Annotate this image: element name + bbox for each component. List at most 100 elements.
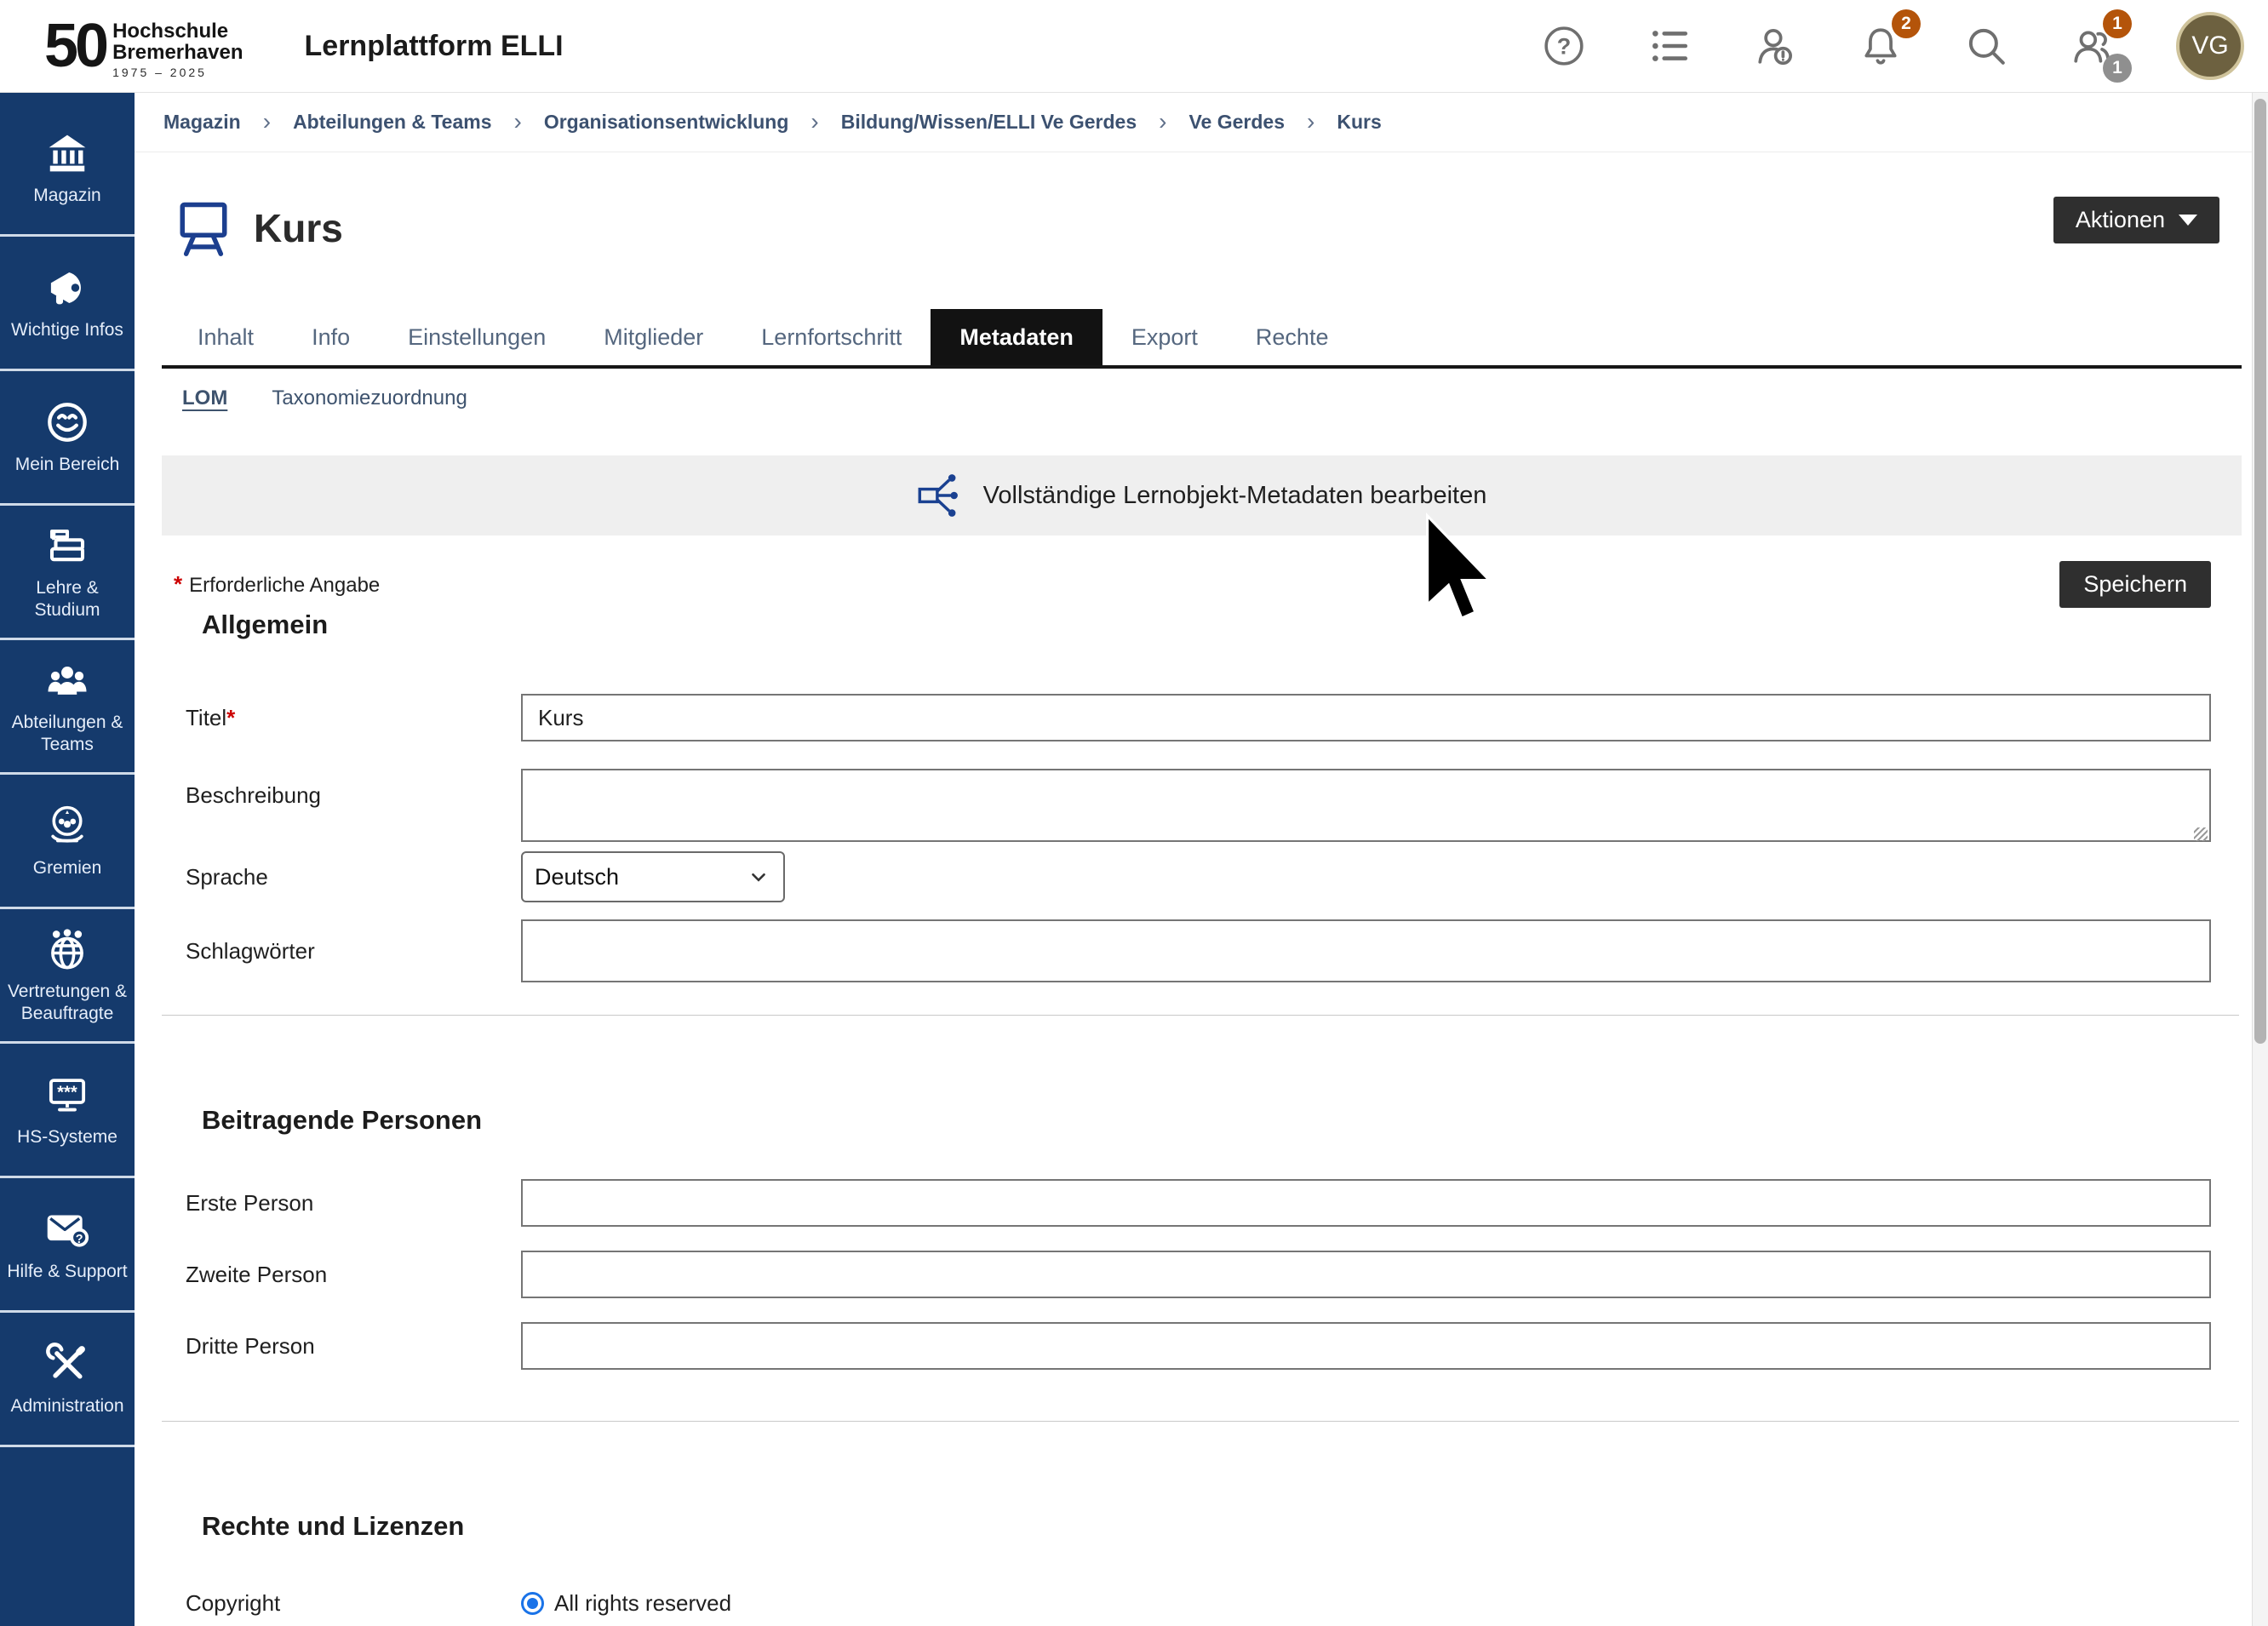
field-row-copyright: Copyright All rights reserved: [162, 1590, 2242, 1617]
sidebar-item-hilfe-support[interactable]: ? Hilfe & Support: [0, 1178, 135, 1313]
search-icon[interactable]: [1965, 25, 2007, 67]
subtab-taxonomiezuordnung[interactable]: Taxonomiezuordnung: [272, 386, 467, 410]
tab-inhalt[interactable]: Inhalt: [169, 309, 283, 365]
bell-icon[interactable]: 2: [1859, 25, 1902, 67]
contacts-icon[interactable]: 1 1: [2070, 25, 2113, 67]
tab-rechte[interactable]: Rechte: [1227, 309, 1358, 365]
breadcrumb-item[interactable]: Abteilungen & Teams: [293, 111, 491, 134]
tab-export[interactable]: Export: [1102, 309, 1227, 365]
breadcrumb-separator: ›: [1307, 108, 1314, 135]
subtab-bar: LOM Taxonomiezuordnung: [162, 384, 2242, 413]
field-row-dritte-person: Dritte Person: [162, 1322, 2242, 1370]
sidebar-item-hs-systeme[interactable]: *** HS-Systeme: [0, 1044, 135, 1178]
sidebar-item-label: Administration: [7, 1395, 127, 1417]
erste-person-input[interactable]: [521, 1179, 2211, 1227]
contacts-badge-top: 1: [2103, 9, 2132, 38]
page-title: Kurs: [254, 205, 343, 251]
beschreibung-label: Beschreibung: [162, 769, 521, 809]
field-row-titel: Titel*: [162, 694, 2242, 741]
sidebar-item-magazin[interactable]: Magazin: [0, 102, 135, 237]
committee-icon: [44, 803, 90, 849]
banner-label: Vollständige Lernobjekt-Metadaten bearbe…: [983, 482, 1487, 510]
sidebar-item-label: Hilfe & Support: [3, 1261, 130, 1283]
section-heading-rechte: Rechte und Lizenzen: [162, 1510, 2242, 1543]
zweite-person-input[interactable]: [521, 1251, 2211, 1298]
field-row-zweite-person: Zweite Person: [162, 1251, 2242, 1298]
tab-einstellungen[interactable]: Einstellungen: [379, 309, 575, 365]
breadcrumb-item[interactable]: Organisationsentwicklung: [544, 111, 789, 134]
breadcrumb-item[interactable]: Kurs: [1337, 111, 1381, 134]
tab-metadaten[interactable]: Metadaten: [931, 309, 1102, 365]
vertical-scrollbar[interactable]: [2252, 92, 2268, 1626]
tab-lernfortschritt[interactable]: Lernfortschritt: [732, 309, 931, 365]
svg-text:?: ?: [76, 1232, 83, 1245]
users-icon: [44, 657, 90, 703]
sprache-select[interactable]: Deutsch: [521, 851, 785, 902]
breadcrumb-separator: ›: [1159, 108, 1166, 135]
titel-input[interactable]: [521, 694, 2211, 741]
sidebar: Magazin Wichtige Infos Mein Bereich: [0, 92, 135, 1626]
schlagwoerter-input[interactable]: [521, 919, 2211, 982]
user-alert-icon[interactable]: [1754, 25, 1796, 67]
breadcrumb: Magazin › Abteilungen & Teams › Organisa…: [135, 92, 2253, 152]
sidebar-item-label: Gremien: [30, 857, 106, 879]
sidebar-item-gremien[interactable]: Gremien: [0, 775, 135, 909]
schlagwoerter-label: Schlagwörter: [162, 938, 521, 965]
smiley-icon: [44, 399, 90, 445]
tab-mitglieder[interactable]: Mitglieder: [575, 309, 732, 365]
field-row-erste-person: Erste Person: [162, 1179, 2242, 1227]
course-icon: [175, 198, 232, 259]
bell-badge: 2: [1892, 9, 1921, 38]
sidebar-item-administration[interactable]: Administration: [0, 1313, 135, 1447]
contacts-badge-bottom: 1: [2103, 54, 2132, 83]
scrollbar-thumb[interactable]: [2254, 99, 2266, 1044]
sprache-label: Sprache: [162, 864, 521, 890]
breadcrumb-item[interactable]: Bildung/Wissen/ELLI Ve Gerdes: [841, 111, 1137, 134]
field-row-sprache: Sprache Deutsch: [162, 851, 2242, 902]
copyright-option-label: All rights reserved: [554, 1590, 731, 1617]
avatar[interactable]: VG: [2176, 12, 2244, 80]
required-star: *: [226, 705, 235, 730]
beschreibung-textarea[interactable]: [521, 769, 2211, 842]
sidebar-item-lehre-studium[interactable]: Lehre & Studium: [0, 506, 135, 640]
dritte-person-label: Dritte Person: [162, 1333, 521, 1360]
help-icon[interactable]: ?: [1543, 25, 1585, 67]
list-icon[interactable]: [1648, 25, 1691, 67]
sidebar-item-label: HS-Systeme: [14, 1126, 121, 1148]
app-title: Lernplattform ELLI: [305, 30, 564, 63]
breadcrumb-item[interactable]: Magazin: [163, 111, 241, 134]
radio-checked-icon[interactable]: [521, 1592, 544, 1615]
breadcrumb-separator: ›: [514, 108, 522, 135]
app-window: 50 Hochschule Bremerhaven 1975 – 2025 Le…: [0, 0, 2268, 1626]
actions-button-label: Aktionen: [2076, 207, 2165, 233]
title-bar: Kurs Aktionen: [162, 152, 2242, 265]
copyright-label: Copyright: [162, 1590, 521, 1617]
sidebar-item-label: Mein Bereich: [12, 454, 123, 476]
bank-icon: [44, 130, 90, 176]
sidebar-item-mein-bereich[interactable]: Mein Bereich: [0, 371, 135, 506]
main-area: Magazin › Abteilungen & Teams › Organisa…: [135, 92, 2253, 1626]
monitor-password-icon: ***: [44, 1072, 90, 1118]
subtab-lom[interactable]: LOM: [182, 386, 227, 410]
edit-full-metadata-banner[interactable]: Vollständige Lernobjekt-Metadaten bearbe…: [162, 455, 2242, 535]
breadcrumb-separator: ›: [810, 108, 818, 135]
sidebar-item-vertretungen[interactable]: Vertretungen & Beauftragte: [0, 909, 135, 1044]
titel-label: Titel*: [162, 705, 521, 731]
sidebar-item-abteilungen-teams[interactable]: Abteilungen & Teams: [0, 640, 135, 775]
resize-grip-icon[interactable]: [2194, 827, 2208, 841]
copyright-radio-all-rights-reserved[interactable]: All rights reserved: [521, 1590, 2211, 1617]
sidebar-item-wichtige-infos[interactable]: Wichtige Infos: [0, 237, 135, 371]
section-heading-beitragende: Beitragende Personen: [162, 1104, 2242, 1136]
university-logo[interactable]: 50 Hochschule Bremerhaven 1975 – 2025: [44, 13, 243, 78]
tab-info[interactable]: Info: [283, 309, 379, 365]
mail-question-icon: ?: [44, 1206, 90, 1252]
chevron-down-icon: [2179, 215, 2197, 226]
sidebar-item-label: Abteilungen & Teams: [0, 712, 135, 755]
logo-line2: Bremerhaven: [112, 43, 243, 63]
sidebar-item-label: Lehre & Studium: [0, 577, 135, 621]
breadcrumb-item[interactable]: Ve Gerdes: [1188, 111, 1285, 134]
actions-button[interactable]: Aktionen: [2053, 197, 2219, 243]
megaphone-icon: [44, 265, 90, 311]
save-button[interactable]: Speichern: [2059, 561, 2211, 608]
dritte-person-input[interactable]: [521, 1322, 2211, 1370]
